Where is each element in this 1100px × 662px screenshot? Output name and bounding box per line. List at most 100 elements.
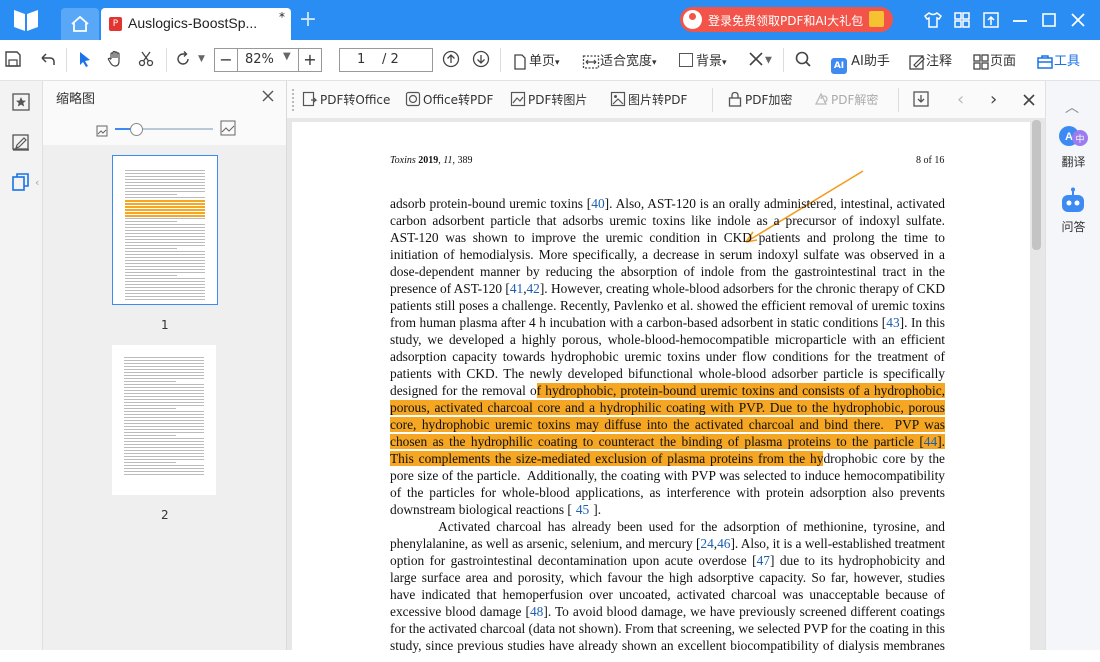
thumbnail-text-line [124, 396, 204, 397]
thumbnail-text-line [125, 281, 205, 282]
collapse-chevron-icon[interactable]: ‹ [35, 176, 39, 189]
citation-link[interactable]: 47 [757, 553, 770, 568]
text-run: have indicated that hemoperfusion over u… [390, 587, 945, 602]
single-page-button[interactable]: 单页▾ [511, 50, 560, 70]
thumbnail-size-slider[interactable] [43, 113, 286, 145]
text-run: chosen as the hydrophilic coating to cou… [390, 434, 924, 449]
pdf-encrypt-button[interactable]: PDF加密 [727, 91, 792, 108]
scroll-left-chevron-icon[interactable]: ‹ [957, 89, 964, 110]
thumbnail-text-line [124, 420, 204, 421]
citation-link[interactable]: 48 [530, 604, 543, 619]
text-run: of the particles for whole-blood applica… [390, 485, 945, 500]
qa-robot-icon[interactable] [1058, 186, 1088, 220]
fit-width-button[interactable]: 适合宽度▾ [582, 50, 657, 70]
minimize-icon[interactable] [1010, 10, 1030, 30]
zoom-in-button[interactable]: + [298, 49, 321, 71]
home-tab[interactable] [61, 8, 99, 40]
close-panel-icon[interactable] [261, 88, 275, 107]
thumbnail-text-line [125, 248, 177, 249]
extract-page-icon[interactable] [912, 90, 930, 112]
login-promo-button[interactable]: 登录免费领取PDF和AI大礼包 [680, 7, 893, 32]
thumbnail-text-line [124, 444, 204, 445]
title-bar: P Auslogics-BoostSp... * + 登录免费领取PDF和AI大… [0, 0, 1100, 40]
save-icon[interactable] [4, 50, 22, 70]
pdf-to-office-button[interactable]: PDF转Office [302, 91, 390, 108]
rotate-dropdown-icon[interactable]: ▼ [198, 54, 205, 74]
thumbnail-text-line [125, 173, 205, 174]
thumbnail-text-line [124, 456, 204, 457]
citation-link[interactable]: 45 [576, 502, 589, 517]
annotation-list-icon[interactable] [11, 132, 31, 156]
text-line: from human plasma after 4 h incubation w… [390, 314, 945, 331]
search-icon[interactable] [794, 50, 812, 70]
pdf-to-image-label: PDF转图片 [528, 93, 588, 107]
vertical-scrollbar[interactable] [1032, 120, 1041, 250]
bookmark-star-icon[interactable] [11, 92, 31, 116]
text-line: dose-dependent manner by reducing the ab… [390, 263, 945, 280]
undo-icon[interactable] [38, 50, 56, 70]
page-thumbnail-1[interactable] [112, 155, 218, 305]
tools-button[interactable]: 工具 [1036, 50, 1080, 70]
translate-label[interactable]: 翻译 [1046, 153, 1100, 170]
thumbnail-header: 缩略图 [43, 81, 286, 114]
window-pin-icon[interactable] [981, 10, 1001, 30]
text-run: excessive blood damage [ [390, 604, 530, 619]
close-window-icon[interactable] [1068, 10, 1088, 30]
thumbnail-text-line [124, 408, 176, 409]
scroll-right-chevron-icon[interactable]: › [990, 89, 997, 110]
app-logo-icon[interactable] [8, 6, 44, 34]
translate-icon[interactable]: A中 [1057, 124, 1089, 156]
slider-handle[interactable] [130, 123, 143, 136]
collapse-up-chevron-icon[interactable]: ︿ [1065, 97, 1079, 117]
new-tab-plus-icon[interactable]: + [298, 9, 318, 31]
thumbnail-text-line [124, 414, 204, 415]
background-button[interactable]: 背景▾ [679, 50, 727, 70]
qa-label[interactable]: 问答 [1046, 218, 1100, 235]
next-page-icon[interactable] [472, 50, 490, 70]
current-page[interactable]: 1 [357, 52, 365, 67]
citation-link[interactable]: 42 [527, 281, 540, 296]
pdf-decrypt-button[interactable]: PDF解密 [813, 91, 878, 108]
text-run: core, hydrophobic uremic toxins may diff… [390, 417, 945, 432]
page-number-input[interactable]: 1 / 2 [339, 48, 433, 72]
citation-link[interactable]: 40 [591, 196, 604, 211]
journal-volume: 11 [443, 155, 453, 166]
thumbnail-text-line [125, 224, 205, 225]
grid-apps-icon[interactable] [952, 10, 972, 30]
thumbnail-text-line [124, 378, 204, 379]
zoom-out-button[interactable]: − [215, 49, 238, 71]
page-thumbnail-2[interactable] [112, 345, 216, 495]
thumbnail-text-line [124, 426, 204, 427]
background-checkbox[interactable] [679, 53, 693, 67]
ai-assistant-button[interactable]: AI AI助手 [831, 50, 890, 74]
citation-link[interactable]: 24 [700, 536, 713, 551]
previous-page-icon[interactable] [442, 50, 460, 70]
scissors-icon[interactable] [137, 50, 155, 70]
thumbnail-text-line [124, 453, 204, 454]
thumbnail-text-line [125, 188, 205, 189]
skin-shirt-icon[interactable] [923, 10, 943, 30]
citation-link[interactable]: 43 [886, 315, 899, 330]
citation-link[interactable]: 41 [510, 281, 523, 296]
document-viewport[interactable]: Toxins 2019, 11, 389 8 of 16 adsorb prot… [287, 118, 1045, 662]
office-to-pdf-button[interactable]: Office转PDF [405, 91, 493, 108]
citation-link[interactable]: 46 [717, 536, 730, 551]
thumbnail-text-line [125, 242, 205, 243]
pages-button[interactable]: 页面 [972, 50, 1016, 70]
pdf-page[interactable]: Toxins 2019, 11, 389 8 of 16 adsorb prot… [292, 122, 1030, 662]
zoom-value[interactable]: 82% [245, 52, 274, 67]
select-cursor-icon[interactable] [76, 50, 94, 70]
image-to-pdf-button[interactable]: 图片转PDF [610, 91, 687, 108]
crop-tool-button[interactable]: ▼ [747, 50, 772, 70]
close-toolbar-icon[interactable] [1022, 92, 1036, 111]
thumbnail-panel-icon[interactable] [11, 172, 31, 196]
zoom-dropdown-icon[interactable]: ▼ [283, 51, 291, 62]
rotate-icon[interactable] [174, 50, 192, 70]
annotate-button[interactable]: 注释 [908, 50, 952, 70]
pdf-to-image-button[interactable]: PDF转图片 [510, 91, 587, 108]
citation-link[interactable]: 44 [923, 434, 938, 449]
zoom-control[interactable]: − 82% ▼ + [214, 48, 322, 72]
document-tab[interactable]: P Auslogics-BoostSp... * [101, 8, 291, 40]
maximize-icon[interactable] [1039, 10, 1059, 30]
hand-pan-icon[interactable] [106, 50, 124, 70]
